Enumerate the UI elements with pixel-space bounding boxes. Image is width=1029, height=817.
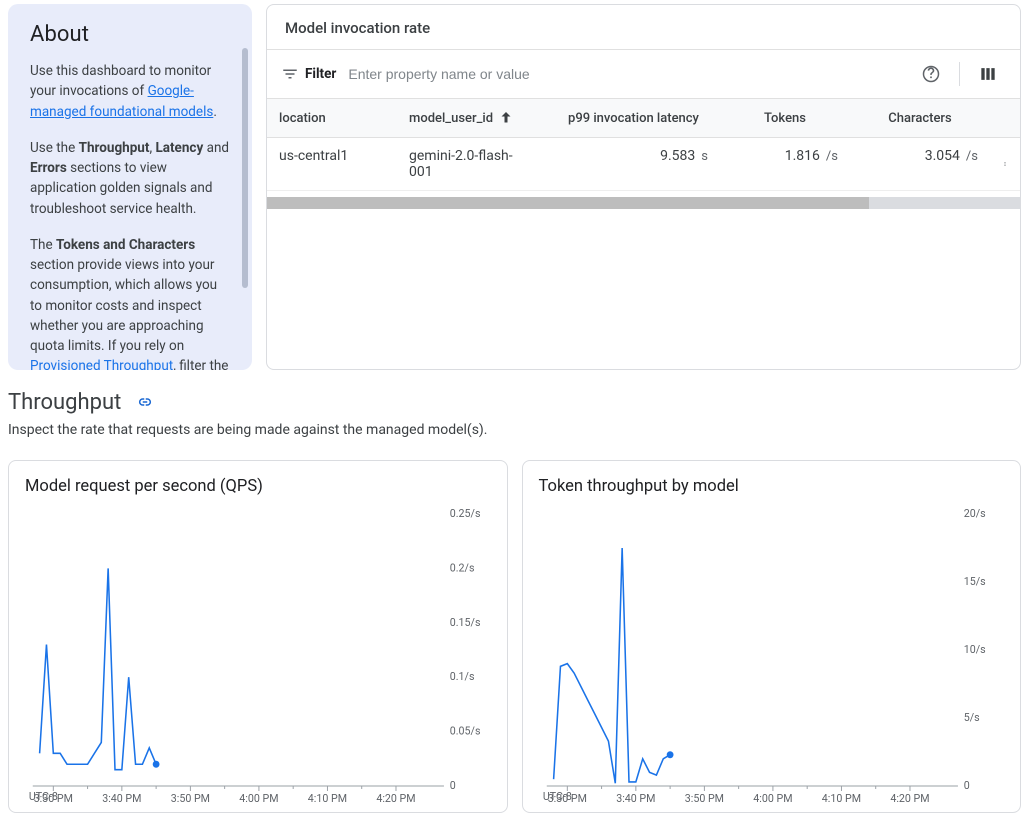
token-chart-title: Token throughput by model (539, 477, 1005, 496)
svg-text:3:50 PM: 3:50 PM (171, 792, 210, 805)
provisioned-throughput-link[interactable]: Provisioned Throughput (30, 358, 173, 370)
table-row: us-central1 gemini-2.0-flash-001 9.583s … (267, 138, 1020, 191)
help-icon (921, 64, 941, 84)
cell-p99: 9.583s (547, 138, 720, 190)
filter-bar: Filter (267, 49, 1020, 99)
svg-text:3:30 PM: 3:30 PM (34, 792, 73, 805)
invocation-rate-card: Model invocation rate Filter location mo… (266, 4, 1021, 370)
about-paragraph-2: Use the Throughput, Latency and Errors s… (30, 138, 232, 219)
link-icon (136, 393, 154, 411)
cell-location: us-central1 (267, 138, 397, 190)
svg-text:15/s: 15/s (963, 575, 985, 588)
about-paragraph-3: The Tokens and Characters section provid… (30, 235, 232, 370)
svg-text:3:40 PM: 3:40 PM (616, 792, 655, 805)
qps-chart[interactable]: 00.05/s0.1/s0.15/s0.2/s0.25/sUTC-83:30 P… (25, 508, 491, 808)
view-column-icon (978, 64, 998, 84)
col-tokens[interactable]: Tokens (720, 99, 850, 137)
divider (959, 62, 960, 86)
svg-text:4:10 PM: 4:10 PM (821, 792, 860, 805)
about-card: About Use this dashboard to monitor your… (8, 4, 252, 370)
row-actions-button[interactable] (990, 138, 1020, 190)
qps-chart-title: Model request per second (QPS) (25, 477, 491, 496)
svg-text:3:30 PM: 3:30 PM (547, 792, 586, 805)
table-header-row: location model_user_id p99 invocation la… (267, 99, 1020, 138)
throughput-section-header: Throughput (8, 388, 1021, 416)
throughput-title: Throughput (8, 390, 121, 415)
about-paragraph-1: Use this dashboard to monitor your invoc… (30, 61, 232, 122)
columns-button[interactable] (970, 56, 1006, 92)
section-link-button[interactable] (131, 388, 159, 416)
token-chart-card: Token throughput by model 0 5/s 10/s 15/s 20… (522, 460, 1022, 813)
help-button[interactable] (913, 56, 949, 92)
filter-label: Filter (281, 65, 336, 83)
svg-text:5/s: 5/s (963, 711, 979, 724)
horizontal-scrollbar-track[interactable] (267, 197, 1020, 209)
svg-text:20/s: 20/s (963, 508, 985, 520)
filter-input[interactable] (346, 60, 903, 88)
table-title: Model invocation rate (267, 5, 1020, 49)
cell-characters: 3.054/s (850, 138, 990, 190)
svg-text:4:20 PM: 4:20 PM (890, 792, 929, 805)
svg-text:0.15/s: 0.15/s (450, 616, 481, 629)
token-chart[interactable]: 05/s10/s15/s20/sUTC-83:30 PM3:40 PM3:50 … (539, 508, 1005, 808)
svg-text:4:00 PM: 4:00 PM (753, 792, 792, 805)
filter-list-icon (281, 65, 299, 83)
about-scrollbar[interactable] (242, 48, 248, 288)
qps-chart-card: Model request per second (QPS) 0 0.05/s 0.… (8, 460, 508, 813)
svg-text:0.2/s: 0.2/s (450, 561, 475, 574)
svg-text:0.25/s: 0.25/s (450, 508, 481, 520)
svg-text:4:10 PM: 4:10 PM (308, 792, 347, 805)
col-location[interactable]: location (267, 99, 397, 137)
horizontal-scrollbar-thumb[interactable] (267, 197, 869, 209)
throughput-desc: Inspect the rate that requests are being… (8, 422, 1021, 438)
sort-asc-icon (497, 109, 515, 127)
cell-tokens: 1.816/s (720, 138, 850, 190)
more-vert-icon (1002, 155, 1008, 173)
svg-text:0.1/s: 0.1/s (450, 670, 475, 683)
col-characters[interactable]: Characters (850, 99, 990, 137)
svg-text:0: 0 (963, 779, 969, 792)
cell-model-id: gemini-2.0-flash-001 (397, 138, 547, 190)
col-model-user-id[interactable]: model_user_id (397, 99, 547, 137)
svg-text:0: 0 (450, 779, 456, 792)
col-p99[interactable]: p99 invocation latency (547, 99, 720, 137)
svg-text:3:40 PM: 3:40 PM (102, 792, 141, 805)
svg-text:4:20 PM: 4:20 PM (376, 792, 415, 805)
svg-text:3:50 PM: 3:50 PM (684, 792, 723, 805)
svg-text:0.05/s: 0.05/s (450, 724, 481, 737)
about-p1-suffix: . (213, 104, 217, 120)
svg-text:10/s: 10/s (963, 643, 985, 656)
svg-text:4:00 PM: 4:00 PM (239, 792, 278, 805)
about-title: About (30, 22, 232, 47)
